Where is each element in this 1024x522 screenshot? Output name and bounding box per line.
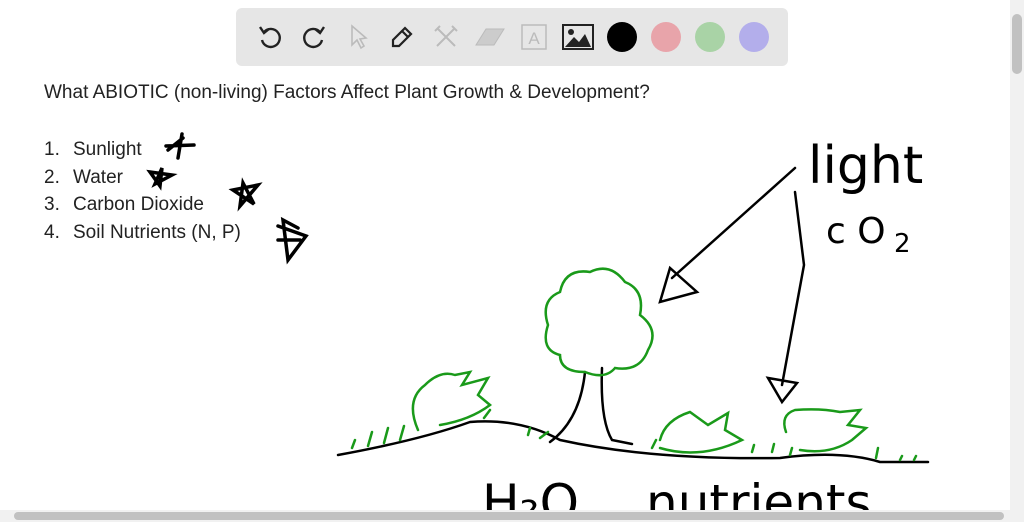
arrow-icon — [765, 190, 806, 405]
star-marks — [146, 132, 309, 265]
ground-line — [336, 420, 930, 464]
vertical-scrollbar[interactable] — [1010, 0, 1024, 510]
vertical-scroll-thumb[interactable] — [1012, 14, 1022, 74]
star-icon — [228, 177, 263, 212]
horizontal-scroll-thumb[interactable] — [14, 512, 1004, 520]
tree-trunk — [548, 366, 634, 446]
star-icon — [276, 216, 309, 265]
bush — [783, 408, 869, 453]
bush — [658, 410, 745, 454]
tree-crown — [544, 267, 654, 377]
horizontal-scrollbar[interactable] — [0, 510, 1024, 522]
arrow-icon — [658, 166, 797, 304]
plants — [350, 267, 918, 462]
nutrients-label: nutrients — [646, 474, 872, 510]
star-icon — [146, 167, 178, 191]
light-label: light — [808, 136, 923, 196]
co2-label: c O — [826, 211, 886, 252]
co2-subscript: 2 — [894, 229, 911, 259]
water-label: H₂O — [482, 474, 579, 510]
drawing-canvas[interactable]: light c O 2 H₂O nutrients — [0, 0, 1010, 510]
star-icon — [164, 132, 196, 160]
